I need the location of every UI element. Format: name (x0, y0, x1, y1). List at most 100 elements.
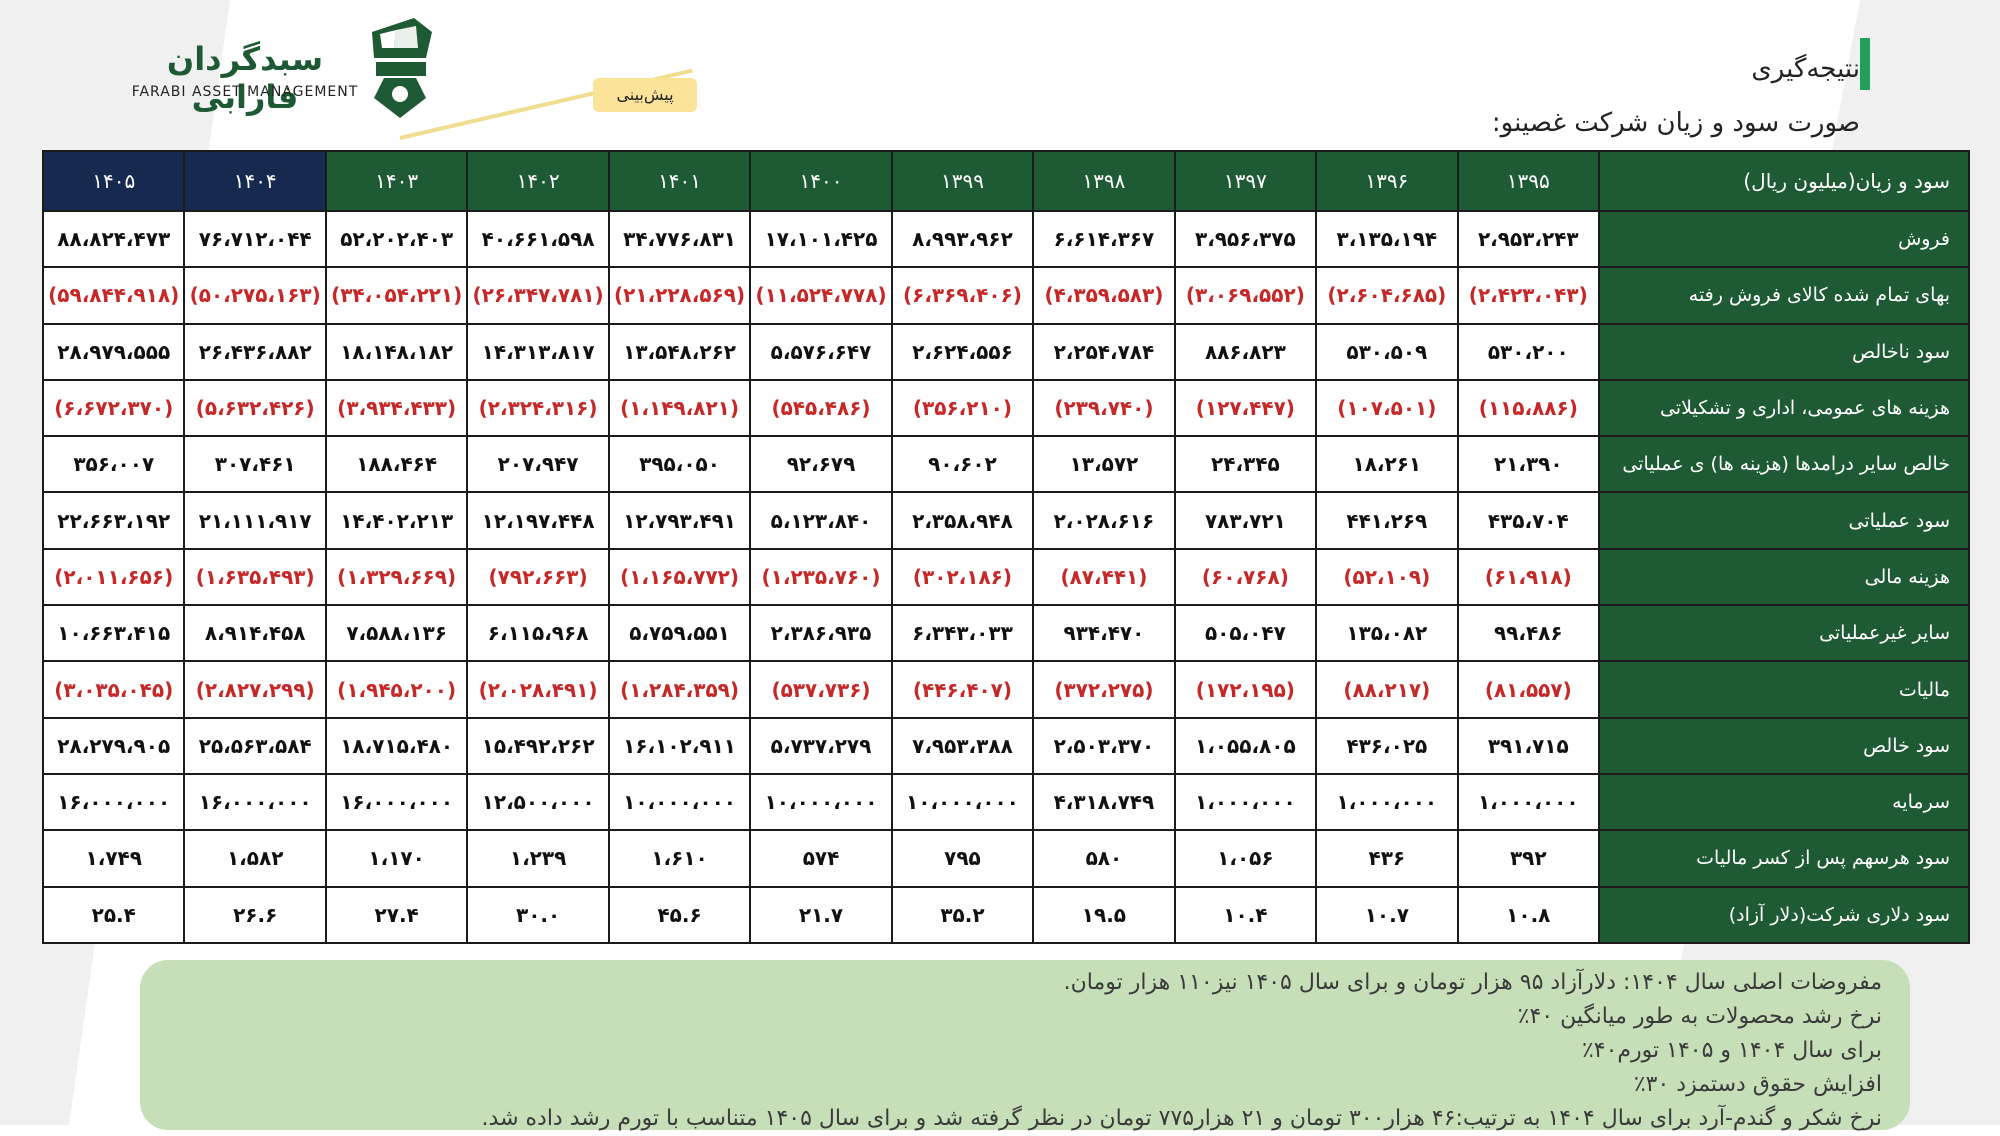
table-cell: (۱۰۷،۵۰۱) (1315, 378, 1459, 438)
table-cell: ۱۸،۱۴۸،۱۸۲ (324, 322, 469, 381)
table-cell: ۹۲،۶۷۹ (749, 435, 893, 494)
table-corner-header: سود و زیان(میلیون ریال) (1598, 150, 1970, 212)
table-cell: ۵۸۰ (1032, 829, 1176, 888)
table-cell: (۲،۶۰۴،۶۸۵) (1315, 266, 1459, 325)
table-cell: ۱،۵۸۲ (183, 829, 327, 888)
year-header: ۱۳۹۷ (1173, 150, 1318, 212)
table-cell: ۶،۳۴۳،۰۳۳ (890, 604, 1035, 663)
table-cell: (۱۷۲،۱۹۵) (1173, 660, 1318, 719)
table-cell: ۱،۲۳۹ (466, 829, 610, 888)
table-cell: ۴،۳۱۸،۷۴۹ (1032, 772, 1176, 832)
table-cell: ۲،۶۲۴،۵۵۶ (890, 322, 1035, 381)
year-header: ۱۴۰۱ (607, 150, 752, 212)
table-cell: ۷،۵۸۸،۱۳۶ (324, 604, 469, 663)
table-cell: ۵،۱۲۳،۸۴۰ (749, 491, 893, 550)
table-cell: (۳،۹۳۴،۴۳۳) (324, 378, 469, 438)
assumption-line: مفروضات اصلی سال ۱۴۰۴: دلارآزاد ۹۵ هزار … (1063, 970, 1882, 995)
assumption-line: برای سال ۱۴۰۴ و ۱۴۰۵ تورم۴۰٪ (1581, 1038, 1882, 1063)
table-cell: ۳،۹۵۶،۳۷۵ (1173, 209, 1318, 269)
table-cell: (۷۹۲،۶۶۳) (466, 547, 610, 607)
row-label: سود هرسهم پس از کسر مالیات (1598, 829, 1970, 888)
table-row: هزینه های عمومی، اداری و تشکیلاتی (۱۱۵،۸۸… (41, 378, 1970, 438)
table-cell: (۱،۲۸۴،۳۵۹) (607, 660, 752, 719)
logo-name: سبدگردان فارابی (166, 40, 324, 116)
year-header: ۱۴۰۰ (749, 150, 893, 212)
table-cell: (۵۰،۲۷۵،۱۶۳) (183, 266, 327, 325)
income-statement-table: سود و زیان(میلیون ریال) ۱۳۹۵ ۱۳۹۶ ۱۳۹۷ ۱۳۹۸… (41, 150, 1970, 945)
table-cell: (۵۳۷،۷۳۶) (749, 660, 893, 719)
page-subtitle: صورت سود و زیان شرکت غصینو: (1491, 108, 1860, 138)
table-cell: ۲۰۷،۹۴۷ (466, 435, 610, 494)
table-row: سود عملیاتی ۴۳۵،۷۰۴ ۴۴۱،۲۶۹ ۷۸۳،۷۲۱ ۲،۰۲۸،۶۱… (41, 491, 1970, 550)
year-header: ۱۴۰۴ (183, 150, 327, 212)
table-cell: ۱۸،۷۱۵،۴۸۰ (324, 716, 469, 775)
table-cell: ۱۹.۵ (1032, 885, 1176, 945)
table-cell: ۱،۱۷۰ (324, 829, 469, 888)
table-cell: ۲،۵۰۳،۳۷۰ (1032, 716, 1176, 775)
table-cell: ۵۰۵،۰۴۷ (1173, 604, 1318, 663)
table-cell: ۳۰.۰ (466, 885, 610, 945)
table-cell: ۳،۱۳۵،۱۹۴ (1315, 209, 1459, 269)
table-cell: ۷،۹۵۳،۳۸۸ (890, 716, 1035, 775)
table-cell: ۲۷.۴ (324, 885, 469, 945)
forecast-tag: پیش‌بینی (593, 78, 697, 112)
table-cell: (۶۱،۹۱۸) (1456, 547, 1601, 607)
row-label: مالیات (1598, 660, 1970, 719)
table-cell: ۱،۰۵۵،۸۰۵ (1173, 716, 1318, 775)
table-cell: (۱،۶۳۵،۴۹۳) (183, 547, 327, 607)
table-cell: ۸۸،۸۲۴،۴۷۳ (41, 209, 186, 269)
table-cell: ۱۴،۳۱۳،۸۱۷ (466, 322, 610, 381)
table-cell: ۱،۰۵۶ (1173, 829, 1318, 888)
table-row: هزینه مالی (۶۱،۹۱۸) (۵۲،۱۰۹) (۶۰،۷۶۸) (۸۷،۴۴… (41, 547, 1970, 607)
table-cell: ۶،۶۱۴،۳۶۷ (1032, 209, 1176, 269)
table-cell: ۳۹۲ (1456, 829, 1601, 888)
row-label: سود خالص (1598, 716, 1970, 775)
table-cell: ۱۲،۵۰۰،۰۰۰ (466, 772, 610, 832)
table-cell: (۵۹،۸۴۴،۹۱۸) (41, 266, 186, 325)
table-cell: ۱،۶۱۰ (607, 829, 752, 888)
table-cell: ۷۸۳،۷۲۱ (1173, 491, 1318, 550)
table-cell: ۹۰،۶۰۲ (890, 435, 1035, 494)
table-cell: ۱۲،۱۹۷،۴۴۸ (466, 491, 610, 550)
table-cell: ۱۶،۰۰۰،۰۰۰ (41, 772, 186, 832)
row-label: سود عملیاتی (1598, 491, 1970, 550)
row-label: خالص سایر درامدها (هزینه ها) ی عملیاتی (1598, 435, 1970, 494)
row-label: سرمایه (1598, 772, 1970, 832)
table-cell: ۷۶،۷۱۲،۰۴۴ (183, 209, 327, 269)
table-cell: ۱۷،۱۰۱،۴۲۵ (749, 209, 893, 269)
table-row: بهای تمام شده کالای فروش رفته (۲،۴۲۳،۰۴۳)… (41, 266, 1970, 325)
table-cell: ۲،۳۵۸،۹۴۸ (890, 491, 1035, 550)
table-cell: ۵۳۰،۲۰۰ (1456, 322, 1601, 381)
table-cell: (۲،۰۱۱،۶۵۶) (41, 547, 186, 607)
table-cell: (۳،۰۶۹،۵۵۲) (1173, 266, 1318, 325)
table-cell: (۴،۳۵۹،۵۸۳) (1032, 266, 1176, 325)
row-label: هزینه مالی (1598, 547, 1970, 607)
table-cell: ۵۲،۲۰۲،۴۰۳ (324, 209, 469, 269)
table-cell: (۲۱،۲۲۸،۵۶۹) (607, 266, 752, 325)
table-cell: (۱،۹۴۵،۲۰۰) (324, 660, 469, 719)
table-cell: (۱۲۷،۴۴۷) (1173, 378, 1318, 438)
table-cell: ۲۱،۱۱۱،۹۱۷ (183, 491, 327, 550)
year-header: ۱۳۹۸ (1032, 150, 1176, 212)
table-cell: (۲،۰۲۸،۴۹۱) (466, 660, 610, 719)
table-cell: ۴۳۶،۰۲۵ (1315, 716, 1459, 775)
table-cell: (۲،۳۲۴،۳۱۶) (466, 378, 610, 438)
table-cell: ۷۹۵ (890, 829, 1035, 888)
table-row: مالیات (۸۱،۵۵۷) (۸۸،۲۱۷) (۱۷۲،۱۹۵) (۳۷۲،۲۷۵)… (41, 660, 1970, 719)
table-cell: ۱۴،۴۰۲،۲۱۳ (324, 491, 469, 550)
table-cell: ۳۰۷،۴۶۱ (183, 435, 327, 494)
table-cell: ۵،۷۵۹،۵۵۱ (607, 604, 752, 663)
table-row: سرمایه ۱،۰۰۰،۰۰۰ ۱،۰۰۰،۰۰۰ ۱،۰۰۰،۰۰۰ ۴،۳۱۸،۷… (41, 772, 1970, 832)
table-cell: ۳۴،۷۷۶،۸۳۱ (607, 209, 752, 269)
table-cell: ۱،۰۰۰،۰۰۰ (1315, 772, 1459, 832)
table-cell: ۱۶،۱۰۲،۹۱۱ (607, 716, 752, 775)
company-logo: سبدگردان فارابی FARABI ASSET MANAGEMENT (130, 18, 440, 126)
table-cell: ۱۸،۲۶۱ (1315, 435, 1459, 494)
table-row: سود هرسهم پس از کسر مالیات ۳۹۲ ۴۳۶ ۱،۰۵۶ ۵۸۰… (41, 829, 1970, 888)
year-header: ۱۳۹۵ (1456, 150, 1601, 212)
table-cell: (۸۷،۴۴۱) (1032, 547, 1176, 607)
table-row: سایر غیرعملیاتی ۹۹،۴۸۶ ۱۳۵،۰۸۲ ۵۰۵،۰۴۷ ۹۳۴،۴… (41, 604, 1970, 663)
table-cell: ۱،۰۰۰،۰۰۰ (1456, 772, 1601, 832)
table-cell: ۱،۰۰۰،۰۰۰ (1173, 772, 1318, 832)
table-cell: (۳،۰۳۵،۰۴۵) (41, 660, 186, 719)
